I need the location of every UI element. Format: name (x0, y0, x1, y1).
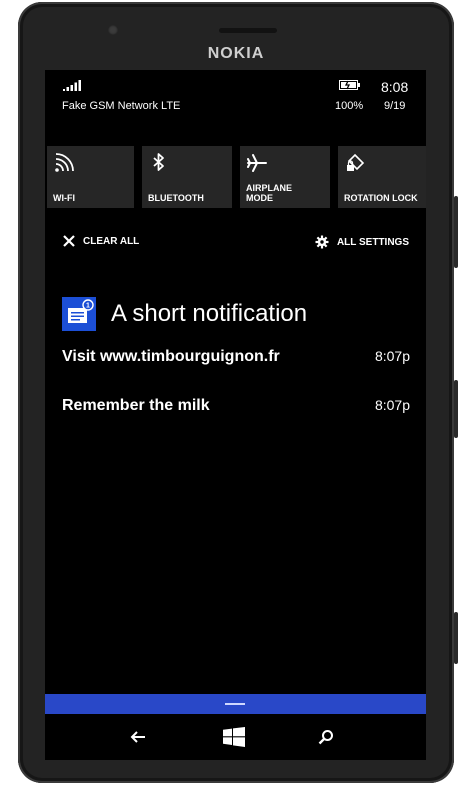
windows-logo-icon (223, 727, 245, 747)
message-icon: 1 (68, 299, 94, 323)
date: 9/19 (384, 100, 406, 112)
app-tile-icon: 1 (62, 297, 96, 331)
power-button (454, 380, 458, 438)
quick-actions: WI-FI BLUETOOTH AIRPLANE MODE ROTATION L… (45, 146, 426, 208)
front-camera (108, 25, 118, 35)
clear-all-label: CLEAR ALL (83, 235, 140, 247)
search-button[interactable] (313, 724, 339, 750)
battery-charging-icon (339, 80, 360, 90)
brand-logo: NOKIA (207, 45, 265, 62)
wifi-icon (55, 153, 74, 172)
quick-action-label: BLUETOOTH (148, 193, 204, 203)
gear-icon (315, 235, 329, 249)
action-center: Fake GSM Network LTE 8:08 100% 9/19 WI-F… (45, 70, 426, 714)
bluetooth-icon (153, 153, 164, 171)
all-settings-label: ALL SETTINGS (336, 236, 409, 248)
quick-action-bluetooth[interactable]: BLUETOOTH (142, 146, 232, 208)
notification-time: 8:07p (374, 397, 410, 413)
drag-handle[interactable] (225, 703, 245, 705)
notification-text: Visit www.timbourguignon.fr (62, 348, 280, 365)
battery-percent: 100% (335, 100, 364, 112)
quick-action-wifi[interactable]: WI-FI (47, 146, 134, 208)
network-name: Fake GSM Network LTE (62, 100, 181, 112)
notification-item[interactable]: Remember the milk 8:07p (62, 397, 410, 419)
quick-action-rotation-lock[interactable]: ROTATION LOCK (338, 146, 426, 208)
notification-group-header[interactable]: 1 A short notification (62, 297, 307, 331)
badge-count: 1 (86, 303, 90, 310)
camera-button (454, 612, 458, 664)
action-center-drag-bar[interactable] (45, 694, 426, 714)
close-icon (63, 235, 75, 247)
quick-action-label: WI-FI (53, 193, 75, 203)
notification-text: Remember the milk (62, 397, 210, 414)
start-button[interactable] (221, 724, 247, 750)
all-settings-button[interactable]: ALL SETTINGS (315, 235, 409, 249)
navigation-bar (45, 714, 426, 760)
search-icon (318, 730, 333, 745)
back-arrow-icon (130, 731, 145, 743)
quick-action-airplane-mode[interactable]: AIRPLANE MODE (240, 146, 330, 208)
clock-time: 8:08 (381, 79, 409, 95)
app-title: A short notification (111, 300, 308, 327)
quick-action-label: AIRPLANE MODE (246, 183, 293, 203)
signal-strength-icon (63, 80, 81, 91)
rotation-lock-icon (347, 153, 365, 171)
airplane-icon (247, 154, 267, 172)
status-bar: Fake GSM Network LTE 8:08 100% 9/19 (45, 70, 426, 130)
back-button[interactable] (125, 724, 151, 750)
quick-action-label: ROTATION LOCK (344, 193, 418, 203)
earpiece-speaker (219, 28, 277, 33)
volume-button (454, 196, 458, 268)
notification-item[interactable]: Visit www.timbourguignon.fr 8:07p (62, 348, 410, 370)
action-links: CLEAR ALL ALL SETTINGS (45, 230, 426, 254)
notification-time: 8:07p (374, 348, 410, 364)
clear-all-button[interactable]: CLEAR ALL (63, 235, 139, 247)
